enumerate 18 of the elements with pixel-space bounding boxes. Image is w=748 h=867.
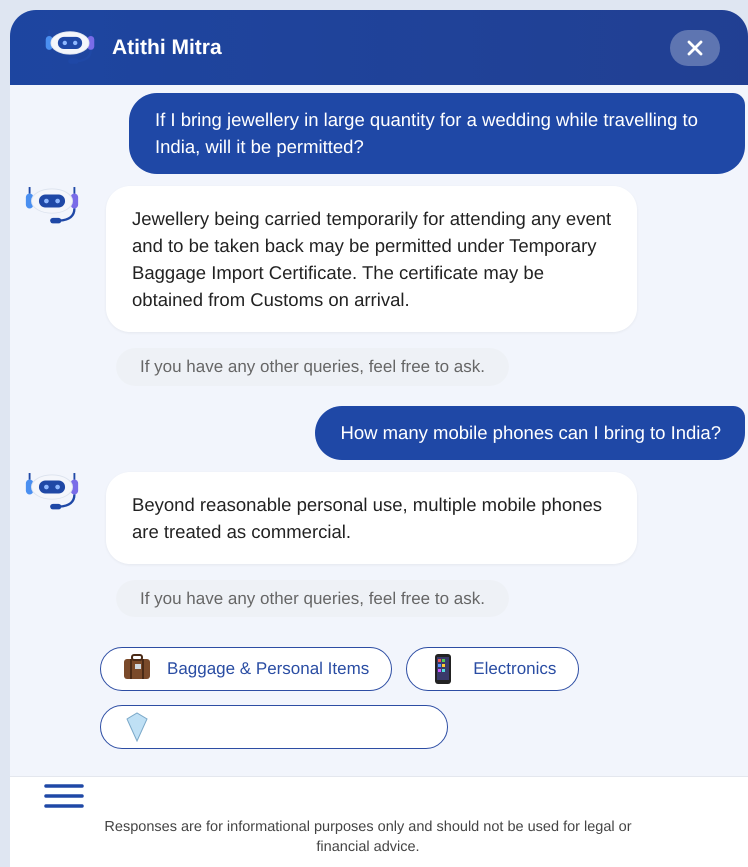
menu-icon (44, 783, 84, 809)
bot-icon (24, 472, 80, 512)
bot-icon (24, 186, 80, 226)
bot-message: Jewellery being carried temporarily for attending any event and to be taken back may be permitted under Temporary Baggage Import Certificate. The certificate may be obtained from Customs on arrival. (106, 186, 637, 332)
bot-message: Beyond reasonable personal use, multiple mobile phones are treated as commercial. (106, 472, 637, 564)
topic-chip[interactable]: Baggage & Personal Items (100, 647, 392, 691)
chat-title: Atithi Mitra (112, 34, 222, 61)
close-icon (687, 40, 703, 56)
follow-up-note: If you have any other queries, feel free to ask. (116, 348, 509, 386)
user-message: How many mobile phones can I bring to India? (314, 406, 745, 460)
user-message: If I bring jewellery in large quantity for a wedding while travelling to India, will it be permitted? (129, 93, 745, 174)
follow-up-note: If you have any other queries, feel free to ask. (116, 580, 509, 617)
topic-chip[interactable]: Electronics (406, 647, 580, 691)
menu-button[interactable] (44, 783, 84, 809)
topic-chip[interactable] (100, 705, 448, 749)
bot-icon (44, 28, 96, 66)
close-button[interactable] (670, 30, 720, 66)
disclaimer-text: Responses are for informational purposes only and should not be used for legal or financial advice. (103, 818, 633, 857)
